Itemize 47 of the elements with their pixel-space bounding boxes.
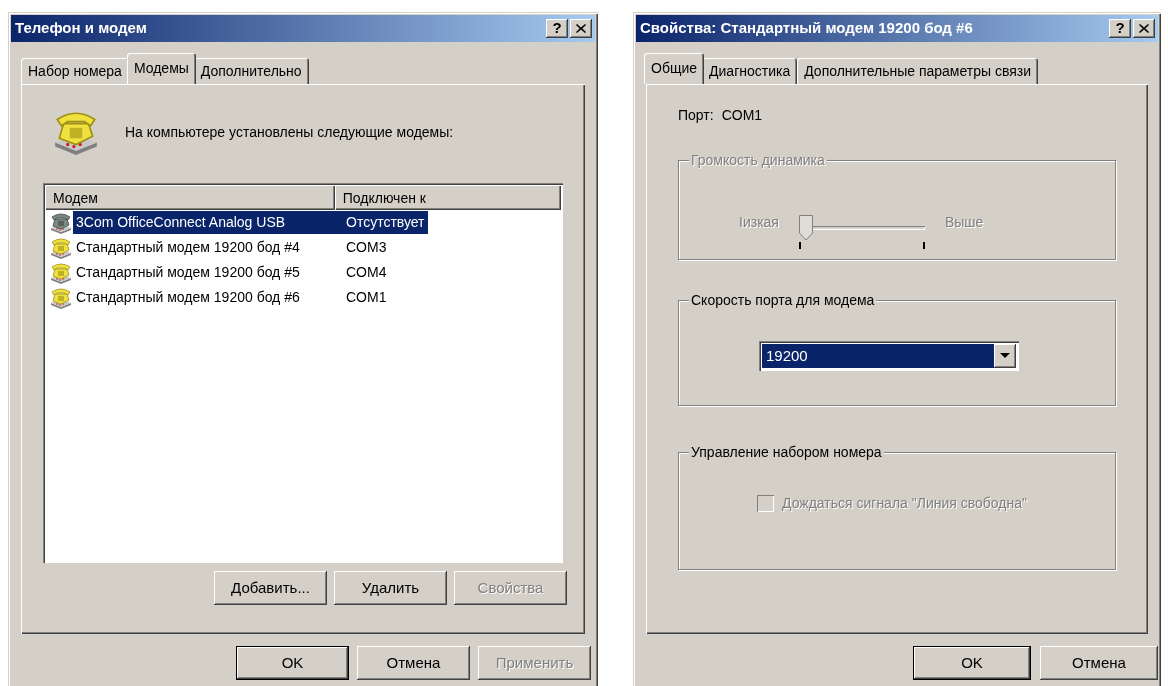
close-icon [1139, 24, 1149, 33]
dialog-button[interactable]: OK [913, 646, 1031, 680]
dialog-button[interactable]: Добавить... [214, 571, 327, 605]
group-title: Управление набором номера [689, 443, 884, 461]
dialog-button[interactable]: Удалить [334, 571, 447, 605]
port-value: COM1 [721, 106, 763, 125]
slider-label: Выше [944, 212, 984, 232]
column-header[interactable]: Модем [45, 185, 335, 210]
table-cell-text: Стандартный модем 19200 бод #4 [75, 238, 301, 257]
window-title: Телефон и модем [15, 18, 148, 39]
tab[interactable]: Набор номера [21, 58, 129, 84]
dropdown-arrow-button[interactable] [994, 344, 1016, 368]
column-header[interactable]: Подключен к [334, 185, 561, 210]
slider-label: Iизкая [739, 212, 779, 232]
help-button[interactable]: ? [1109, 19, 1131, 38]
dialog-button[interactable]: Отмена [1040, 646, 1158, 680]
close-button[interactable] [570, 19, 592, 38]
close-icon [576, 24, 586, 33]
checkbox-label: Дождаться сигнала "Линия свободна" [782, 494, 1027, 513]
table-cell: 3Com OfficeConnect Analog USB [73, 211, 343, 234]
list-row[interactable]: Стандартный модем 19200 бод #6 COM1 [45, 285, 561, 310]
table-cell-text: Стандартный модем 19200 бод #6 [75, 288, 301, 307]
tab[interactable]: Диагностика [702, 58, 798, 84]
intro-text: На компьютере установлены следующие модемы: [125, 122, 454, 142]
dropdown-value: 19200 [762, 344, 994, 368]
tab[interactable]: Модемы [126, 53, 196, 84]
close-button[interactable] [1133, 19, 1155, 38]
port-label: Порт: [678, 106, 714, 125]
list-row[interactable]: Стандартный модем 19200 бод #5 COM4 [45, 260, 561, 285]
tab[interactable]: Дополнительно [193, 58, 309, 84]
caret-icon [1000, 353, 1010, 359]
table-cell-text: COM3 [345, 238, 388, 257]
dialog-button[interactable]: OK [236, 646, 349, 680]
modem-list[interactable]: Модем Подключен к 3Com OfficeConnect Analog USB Отсутствует Стандартный модем 19200 бод #4 COM3 Стандартный модем 19200 бод #5 COM4 Стандартный модем 19200 бод #6 COM1 [43, 183, 563, 563]
speed-dropdown[interactable]: 19200 [759, 341, 1019, 371]
window-title: Свойства: Стандартный модем 19200 бод #6 [640, 18, 974, 39]
tab[interactable]: Общие [644, 53, 705, 84]
tab[interactable]: Дополнительные параметры связи [797, 58, 1039, 84]
table-cell-text: Стандартный модем 19200 бод #5 [75, 263, 301, 282]
table-cell-text: COM4 [345, 263, 388, 282]
table-cell: Отсутствует [343, 211, 428, 234]
help-button[interactable]: ? [546, 19, 568, 38]
dialog-button[interactable]: Отмена [357, 646, 470, 680]
table-cell-text: COM1 [345, 288, 388, 307]
slider[interactable] [798, 215, 925, 249]
list-row[interactable]: Стандартный модем 19200 бод #4 COM3 [45, 235, 561, 260]
list-row[interactable]: 3Com OfficeConnect Analog USB Отсутствует [45, 210, 561, 235]
